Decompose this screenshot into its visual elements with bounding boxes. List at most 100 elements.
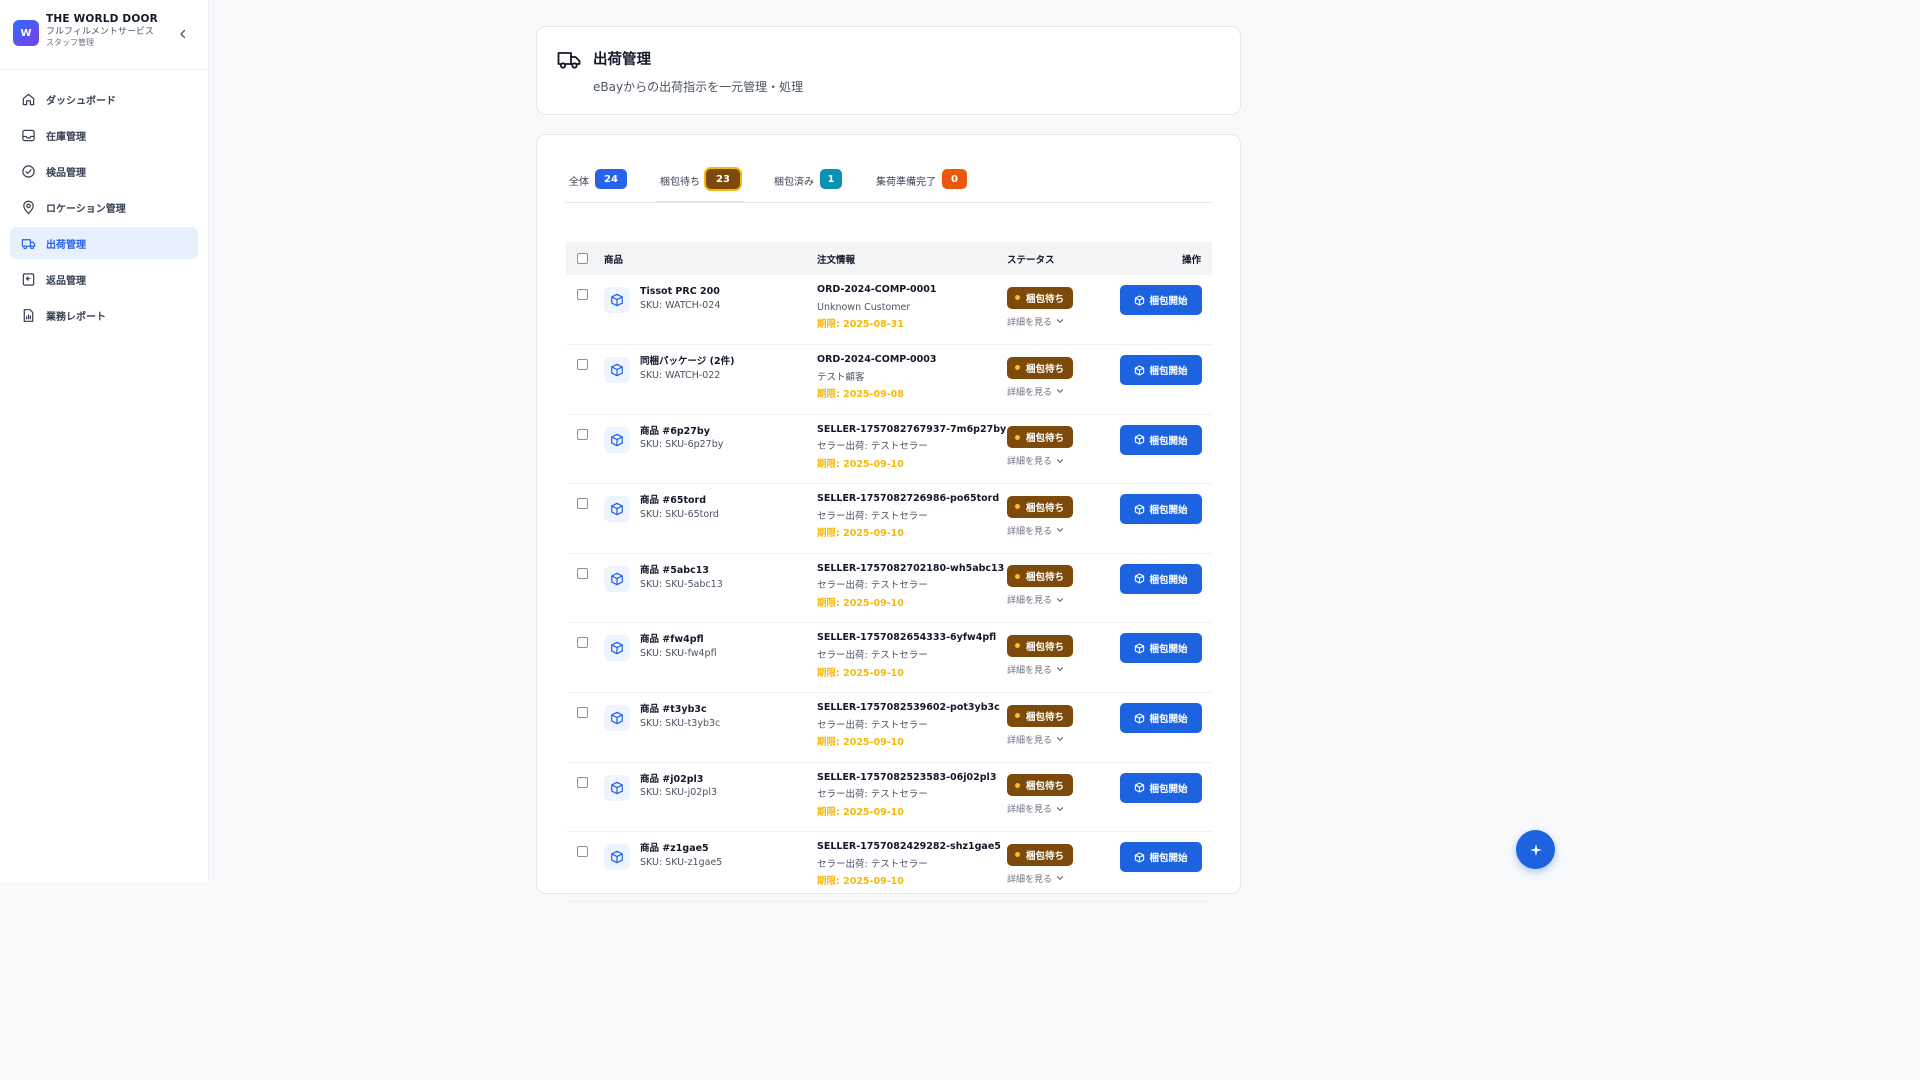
assistant-fab-button[interactable]	[1516, 830, 1555, 869]
column-header-action: 操作	[1181, 254, 1201, 266]
row-checkbox[interactable]	[577, 498, 588, 510]
start-packing-button[interactable]: 梱包開始	[1120, 285, 1202, 315]
sidebar-item-label: ロケーション管理	[46, 203, 126, 215]
start-packing-button[interactable]: 梱包開始	[1120, 355, 1202, 386]
order-number: ORD-2024-COMP-0001	[817, 284, 937, 295]
sidebar-item-label: 在庫管理	[46, 131, 86, 143]
sidebar-item-inspection[interactable]: 検品管理	[10, 155, 198, 187]
collapse-sidebar-button[interactable]	[176, 27, 190, 41]
select-all-checkbox[interactable]	[577, 253, 588, 264]
order-info-cell: SELLER-1757082726986-po65tord セラー出荷: テスト…	[817, 490, 1007, 543]
start-packing-label: 梱包開始	[1149, 644, 1188, 656]
truck-icon	[21, 236, 36, 251]
tab-packed[interactable]: 梱包済み 1	[770, 169, 846, 203]
tab-count-badge: 23	[706, 169, 740, 189]
order-number: SELLER-1757082539602-pot3yb3c	[817, 702, 1000, 714]
view-details-label: 詳細を見る	[1007, 665, 1053, 676]
sidebar-item-shipping[interactable]: 出荷管理	[10, 227, 198, 259]
view-details-label: 詳細を見る	[1007, 735, 1053, 746]
start-packing-button[interactable]: 梱包開始	[1120, 563, 1202, 594]
product-cell: 商品 #j02pl3 SKU: SKU-j02pl3	[604, 773, 817, 801]
view-details-link[interactable]: 詳細を見る	[1007, 733, 1115, 746]
start-packing-label: 梱包開始	[1149, 505, 1188, 517]
product-sku: SKU: SKU-t3yb3c	[640, 717, 721, 729]
view-details-link[interactable]: 詳細を見る	[1007, 524, 1115, 537]
view-details-link[interactable]: 詳細を見る	[1007, 802, 1115, 815]
chevron-down-icon	[1056, 319, 1064, 323]
start-packing-button[interactable]: 梱包開始	[1120, 424, 1202, 455]
order-number: SELLER-1757082726986-po65tord	[817, 493, 1000, 505]
start-packing-button[interactable]: 梱包開始	[1120, 703, 1202, 734]
view-details-link[interactable]: 詳細を見る	[1007, 315, 1115, 328]
package-icon	[1135, 294, 1145, 306]
package-icon	[604, 635, 630, 662]
sidebar-item-reports[interactable]: 業務レポート	[10, 299, 198, 331]
order-number: SELLER-1757082523583-06j02pl3	[817, 771, 997, 783]
table-row: 商品 #fw4pfl SKU: SKU-fw4pfl SELLER-175708…	[566, 623, 1212, 693]
view-details-label: 詳細を見る	[1007, 317, 1053, 328]
row-checkbox[interactable]	[577, 289, 588, 300]
status-dot	[1015, 643, 1020, 649]
table-row: 同梱パッケージ (2件) SKU: WATCH-022 ORD-2024-COM…	[566, 345, 1212, 415]
status-dot	[1015, 504, 1020, 510]
order-due-date: 期限: 2025-09-10	[817, 598, 904, 609]
view-details-link[interactable]: 詳細を見る	[1007, 454, 1115, 467]
tab-label: 全体	[569, 177, 589, 188]
sidebar-item-dashboard[interactable]: ダッシュボード	[10, 83, 198, 115]
tab-all[interactable]: 全体 24	[565, 169, 631, 203]
status-dot	[1015, 434, 1020, 440]
status-label: 梱包待ち	[1026, 433, 1065, 445]
row-checkbox[interactable]	[577, 359, 588, 371]
order-customer: テスト顧客	[817, 371, 865, 383]
table-row: 商品 #j02pl3 SKU: SKU-j02pl3 SELLER-175708…	[566, 762, 1212, 832]
sidebar-item-returns[interactable]: 返品管理	[10, 263, 198, 295]
sidebar-item-label: 出荷管理	[46, 239, 86, 251]
package-icon	[1135, 434, 1145, 445]
package-icon	[604, 774, 630, 801]
brand-header: W THE WORLD DOOR フルフィルメントサービス スタッフ管理	[0, 0, 208, 70]
view-details-link[interactable]: 詳細を見る	[1007, 663, 1115, 676]
start-packing-button[interactable]: 梱包開始	[1120, 494, 1202, 525]
row-checkbox[interactable]	[577, 846, 588, 858]
product-name: 商品 #j02pl3	[640, 773, 704, 785]
status-label: 梱包待ち	[1026, 850, 1065, 862]
product-name: Tissot PRC 200	[640, 286, 720, 297]
check-circle-icon	[21, 164, 36, 179]
table-row: Tissot PRC 200 SKU: WATCH-024 ORD-2024-C…	[566, 275, 1212, 345]
start-packing-button[interactable]: 梱包開始	[1120, 842, 1202, 873]
view-details-link[interactable]: 詳細を見る	[1007, 593, 1115, 606]
brand-name: THE WORLD DOOR	[46, 13, 158, 25]
status-dot	[1015, 295, 1020, 300]
start-packing-button[interactable]: 梱包開始	[1120, 772, 1202, 803]
tab-awaiting-packing[interactable]: 梱包待ち 23	[656, 169, 744, 203]
sidebar-item-inventory[interactable]: 在庫管理	[10, 119, 198, 151]
order-due-date: 期限: 2025-09-10	[817, 667, 904, 679]
status-label: 梱包待ち	[1026, 711, 1065, 723]
table-row: 商品 #z1gae5 SKU: SKU-z1gae5 SELLER-175708…	[566, 832, 1212, 902]
order-customer: セラー出荷: テストセラー	[817, 580, 928, 592]
view-details-link[interactable]: 詳細を見る	[1007, 872, 1115, 885]
status-dot	[1015, 782, 1020, 788]
view-details-label: 詳細を見る	[1007, 526, 1053, 537]
row-checkbox[interactable]	[577, 707, 588, 719]
package-icon	[1135, 643, 1145, 654]
status-badge: 梱包待ち	[1007, 843, 1074, 866]
order-due-date: 期限: 2025-09-10	[817, 458, 904, 470]
row-checkbox[interactable]	[577, 776, 588, 788]
row-checkbox[interactable]	[577, 428, 588, 440]
order-info-cell: SELLER-1757082654333-6yfw4pfl セラー出荷: テスト…	[817, 629, 1007, 682]
row-checkbox[interactable]	[577, 637, 588, 649]
sidebar-item-location[interactable]: ロケーション管理	[10, 191, 198, 223]
table-row: 商品 #6p27by SKU: SKU-6p27by SELLER-175708…	[566, 414, 1212, 484]
brand-subtitle: フルフィルメントサービス	[46, 27, 154, 38]
product-cell: 商品 #t3yb3c SKU: SKU-t3yb3c	[604, 703, 817, 732]
status-label: 梱包待ち	[1026, 641, 1065, 653]
view-details-link[interactable]: 詳細を見る	[1007, 385, 1115, 398]
tab-ready-for-pickup[interactable]: 集荷準備完了 0	[872, 169, 971, 203]
product-cell: 商品 #fw4pfl SKU: SKU-fw4pfl	[604, 633, 817, 662]
row-checkbox[interactable]	[577, 567, 588, 579]
product-cell: 同梱パッケージ (2件) SKU: WATCH-022	[604, 355, 817, 384]
start-packing-button[interactable]: 梱包開始	[1120, 633, 1202, 664]
order-due-date: 期限: 2025-09-10	[817, 876, 904, 888]
home-icon	[21, 92, 36, 107]
